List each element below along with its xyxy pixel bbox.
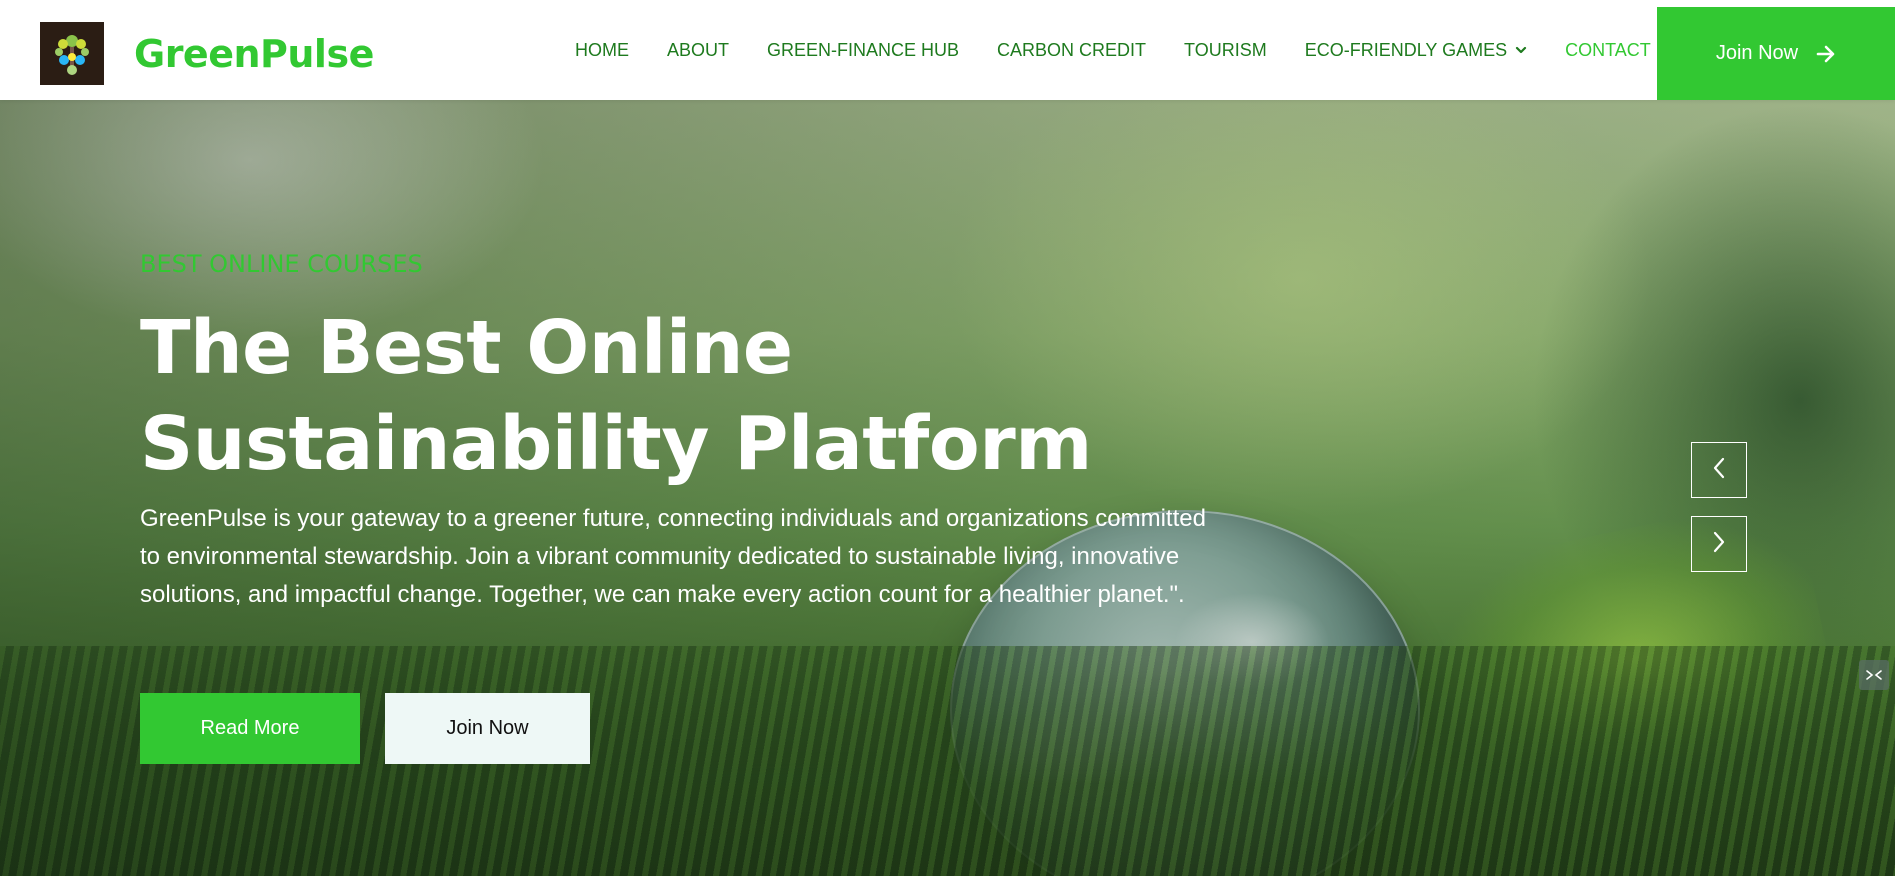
collapse-widget-icon[interactable]: [1859, 660, 1889, 690]
nav-item-label: ABOUT: [667, 39, 730, 60]
nav-item-carbon-credit[interactable]: CARBON CREDIT: [997, 40, 1146, 61]
nav-item-label: ECO-FRIENDLY GAMES: [1304, 39, 1508, 60]
arrow-right-icon: [1816, 45, 1836, 63]
nav-item-label: CARBON CREDIT: [997, 39, 1147, 60]
main-nav: HOME ABOUT GREEN-FINANCE HUB CARBON CRED…: [556, 0, 1670, 100]
hero-carousel-slide: BEST ONLINE COURSES The Best Online Sust…: [0, 100, 1895, 876]
chevron-right-icon: [1710, 530, 1728, 559]
nav-item-label: CONTACT: [1565, 39, 1651, 60]
hero-headline-line2: Sustainability Platform: [140, 401, 1092, 487]
nav-item-label: TOURISM: [1184, 39, 1267, 60]
carousel-prev-button[interactable]: [1691, 442, 1747, 498]
hero-headline: The Best Online Sustainability Platform: [140, 300, 1140, 492]
brand-name[interactable]: GreenPulse: [134, 32, 374, 76]
carousel-next-button[interactable]: [1691, 516, 1747, 572]
nav-item-about[interactable]: ABOUT: [667, 40, 729, 61]
chevron-left-icon: [1710, 456, 1728, 485]
hero-eyebrow: BEST ONLINE COURSES: [140, 250, 423, 278]
nav-item-eco-friendly-games[interactable]: ECO-FRIENDLY GAMES: [1305, 40, 1527, 61]
hero-description: GreenPulse is your gateway to a greener …: [140, 505, 1206, 608]
nav-item-label: GREEN-FINANCE HUB: [767, 39, 960, 60]
nav-item-green-finance-hub[interactable]: GREEN-FINANCE HUB: [767, 40, 959, 61]
join-now-hero-button[interactable]: Join Now: [385, 693, 590, 764]
top-navbar: GreenPulse HOME ABOUT GREEN-FINANCE HUB …: [0, 0, 1895, 100]
nav-item-tourism[interactable]: TOURISM: [1184, 40, 1267, 61]
hero-headline-line1: The Best Online: [140, 305, 793, 391]
nav-item-label: HOME: [575, 39, 629, 60]
chevron-down-icon: [1515, 44, 1527, 56]
tree-logo-icon: [40, 22, 104, 85]
brand[interactable]: GreenPulse: [40, 22, 374, 85]
join-now-nav-label: Join Now: [1715, 42, 1799, 64]
read-more-button[interactable]: Read More: [140, 693, 360, 764]
join-now-nav-button[interactable]: Join Now: [1657, 7, 1895, 100]
nav-item-home[interactable]: HOME: [575, 40, 629, 61]
nav-item-contact[interactable]: CONTACT: [1565, 40, 1651, 61]
